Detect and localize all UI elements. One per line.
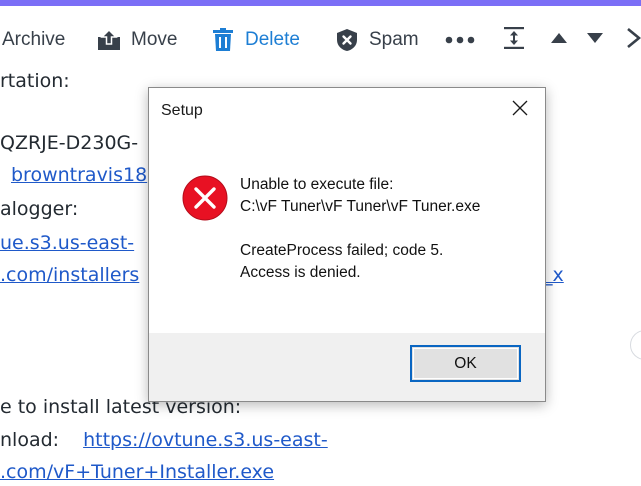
message-line: C:\vF Tuner\vF Tuner\vF Tuner.exe bbox=[240, 198, 481, 215]
chevron-up-icon bbox=[550, 31, 568, 49]
close-message-button[interactable] bbox=[625, 6, 641, 74]
error-icon bbox=[182, 175, 228, 221]
email-line: rtation: bbox=[0, 70, 70, 92]
email-link-text[interactable]: _x bbox=[543, 264, 564, 286]
next-message-button[interactable] bbox=[582, 6, 608, 74]
move-label: Move bbox=[131, 29, 178, 50]
email-link[interactable]: ue.s3.us-east- bbox=[0, 232, 134, 254]
email-line: nload: https://ovtune.s3.us-east- bbox=[0, 429, 328, 451]
message-line: CreateProcess failed; code 5. bbox=[240, 242, 444, 259]
move-icon bbox=[96, 27, 122, 53]
dialog-content: Unable to execute file: C:\vF Tuner\vF T… bbox=[149, 132, 545, 333]
close-icon bbox=[625, 27, 641, 54]
email-link-text[interactable]: ue.s3.us-east- bbox=[0, 232, 134, 254]
previous-message-button[interactable] bbox=[546, 6, 572, 74]
email-link[interactable]: browntravis18 bbox=[11, 164, 147, 186]
delete-label: Delete bbox=[245, 29, 300, 50]
email-line: alogger: bbox=[0, 198, 79, 220]
delete-button[interactable]: Delete bbox=[210, 6, 300, 74]
email-link[interactable]: .com/installers bbox=[0, 264, 139, 286]
shield-icon bbox=[334, 27, 360, 53]
email-line: QZRJE-D230G- bbox=[0, 132, 139, 154]
email-link-text[interactable]: browntravis18 bbox=[11, 164, 147, 186]
move-button[interactable]: Move bbox=[96, 6, 177, 74]
email-link-text[interactable]: .com/installers bbox=[0, 264, 139, 286]
email-link[interactable]: _x bbox=[543, 264, 564, 286]
message-line: Access is denied. bbox=[240, 264, 361, 281]
dialog-footer: OK bbox=[149, 333, 545, 401]
archive-label: Archive bbox=[2, 29, 66, 50]
archive-button[interactable]: Archive bbox=[2, 6, 65, 74]
collapse-button[interactable] bbox=[500, 6, 528, 74]
dialog-close-button[interactable] bbox=[503, 94, 537, 126]
download-link[interactable]: https://ovtune.s3.us-east- bbox=[83, 429, 328, 451]
setup-dialog: Setup Unable to execute file: C:\vF Tune… bbox=[148, 87, 546, 402]
dialog-message: Unable to execute file: C:\vF Tuner\vF T… bbox=[240, 174, 480, 284]
collapse-icon bbox=[502, 26, 526, 55]
close-icon bbox=[512, 100, 528, 121]
spam-button[interactable]: Spam bbox=[334, 6, 419, 74]
message-line: Unable to execute file: bbox=[240, 176, 394, 193]
more-icon bbox=[445, 31, 475, 49]
download-label: nload: bbox=[0, 429, 60, 451]
spam-label: Spam bbox=[369, 29, 419, 50]
ok-button[interactable]: OK bbox=[410, 345, 521, 382]
dialog-title: Setup bbox=[161, 102, 203, 119]
email-link[interactable]: .com/vF+Tuner+Installer.exe bbox=[0, 461, 274, 483]
installer-link[interactable]: .com/vF+Tuner+Installer.exe bbox=[0, 461, 274, 483]
dialog-titlebar: Setup bbox=[149, 88, 545, 132]
mail-toolbar: Archive Move Delete Spam bbox=[0, 6, 641, 74]
more-button[interactable] bbox=[443, 6, 477, 74]
chevron-down-icon bbox=[586, 31, 604, 49]
trash-icon bbox=[210, 27, 236, 53]
